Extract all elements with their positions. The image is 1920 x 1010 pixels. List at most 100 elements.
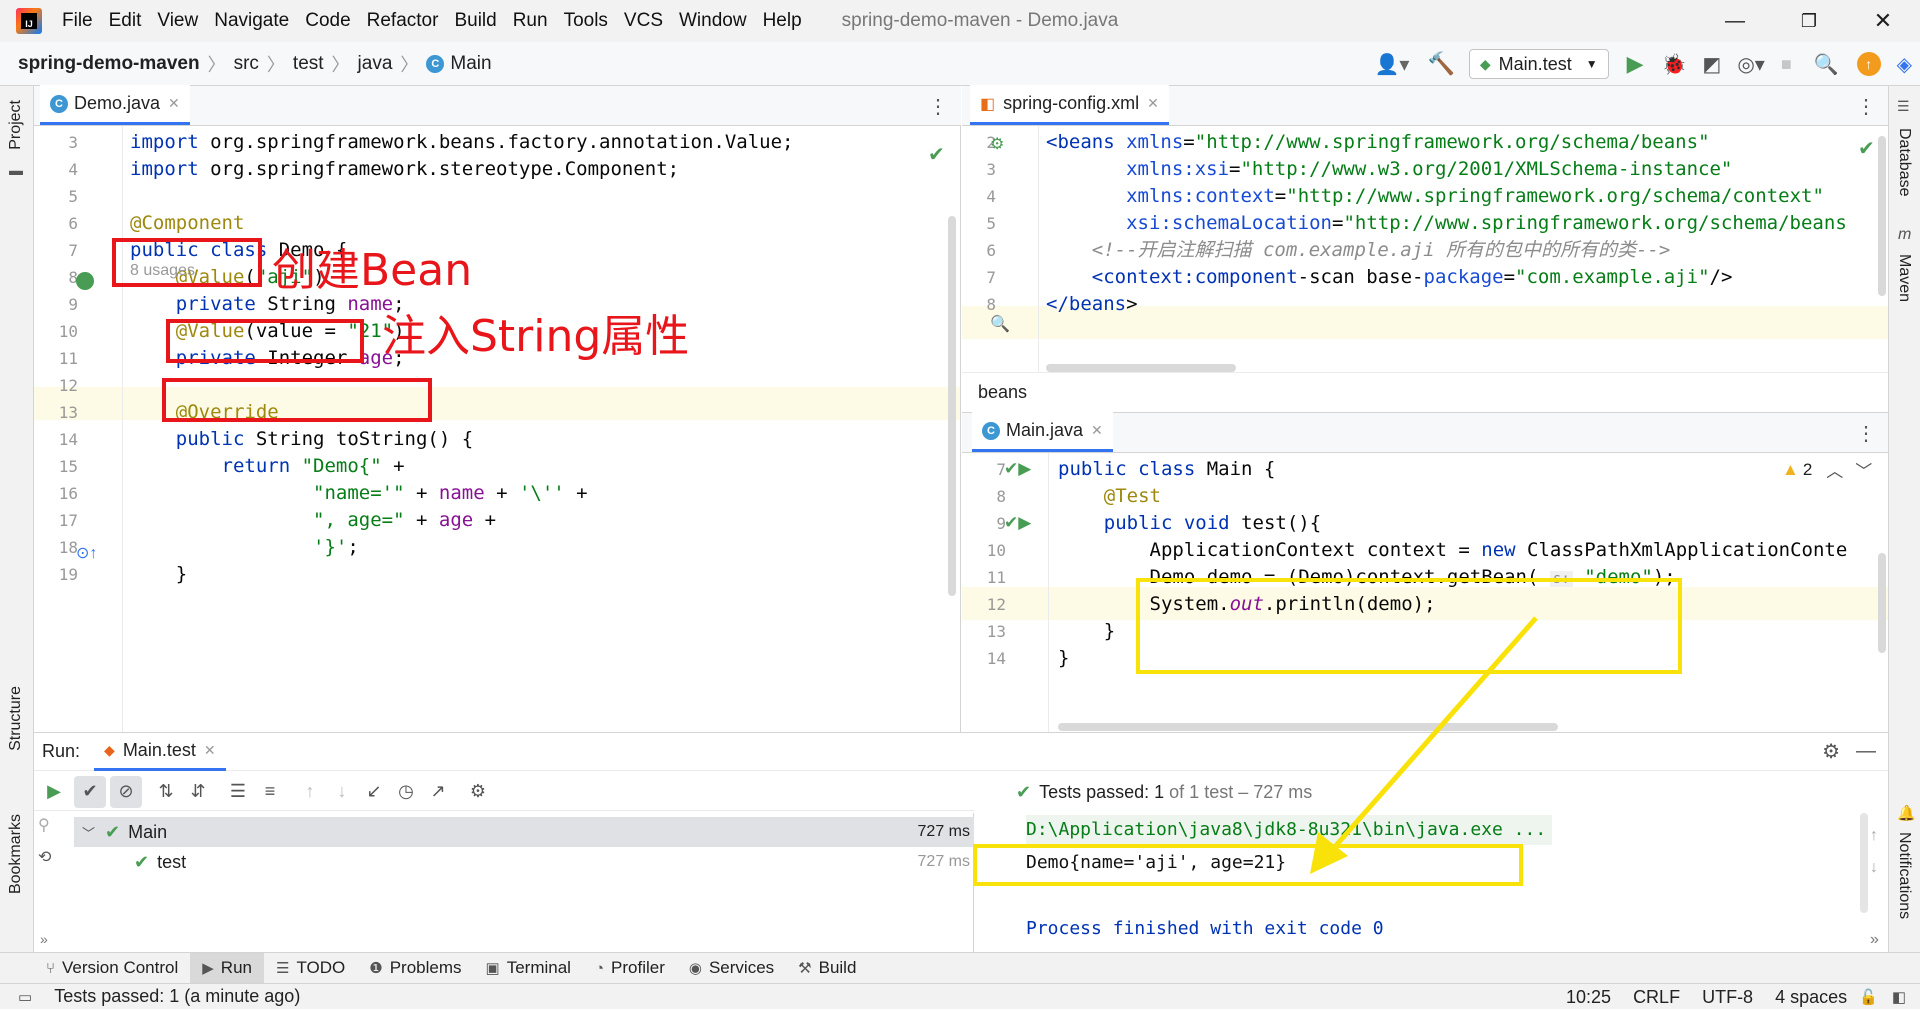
ai-assistant-icon[interactable]: ◈	[1897, 52, 1912, 77]
test-tree-row-main[interactable]: ﹀ ✔ Main 727 ms	[74, 817, 974, 847]
more-icon[interactable]: »	[40, 931, 48, 947]
close-icon[interactable]: ✕	[1147, 95, 1159, 112]
minimize-button[interactable]: —	[1698, 0, 1772, 42]
menu-code[interactable]: Code	[305, 10, 350, 32]
close-icon[interactable]: ✕	[1091, 422, 1103, 439]
settings-icon[interactable]: ⚙	[1822, 739, 1840, 764]
chevron-down-icon[interactable]: ﹀	[82, 823, 95, 842]
user-icon[interactable]: 👤▾	[1375, 52, 1410, 77]
settings-icon[interactable]: ⚙	[462, 776, 494, 808]
show-passed-toggle[interactable]: ✔	[74, 775, 106, 808]
pin-icon[interactable]: ⚲	[38, 815, 50, 835]
xml-code-area[interactable]: 2345678 <beans xmlns="http://www.springf…	[962, 126, 1888, 372]
menu-run[interactable]: Run	[513, 10, 548, 32]
notifications-tool-button[interactable]: Notifications	[1895, 832, 1913, 919]
menu-tools[interactable]: Tools	[564, 10, 608, 32]
close-icon[interactable]: ✕	[168, 95, 180, 112]
breadcrumb-test[interactable]: test	[293, 53, 324, 75]
xml-editor-scrollbar[interactable]	[1878, 136, 1886, 296]
breadcrumb-src[interactable]: src	[234, 53, 259, 75]
menu-vcs[interactable]: VCS	[624, 10, 663, 32]
main-editor-scrollbar[interactable]	[1878, 553, 1886, 653]
inspection-ok-icon[interactable]: ✔	[1858, 136, 1875, 161]
stop-icon[interactable]: ■	[1781, 54, 1792, 75]
component-scan-gutter-icon[interactable]: 🔍	[990, 314, 1010, 334]
update-icon[interactable]: ↑	[1856, 52, 1881, 76]
tab-demo-java[interactable]: C Demo.java ✕	[40, 85, 190, 125]
menu-navigate[interactable]: Navigate	[214, 10, 289, 32]
scroll-up-icon[interactable]: ↑	[1870, 827, 1878, 845]
sort-alpha-icon[interactable]: ⇅	[150, 776, 182, 808]
test-tree-row-test[interactable]: ✔ test 727 ms	[74, 847, 974, 877]
override-gutter-icon[interactable]: ⊙↑	[76, 543, 97, 563]
menu-window[interactable]: Window	[679, 10, 747, 32]
menu-view[interactable]: View	[157, 10, 198, 32]
menu-edit[interactable]: Edit	[109, 10, 142, 32]
database-tool-button[interactable]: Database	[1895, 128, 1913, 197]
left-editor-scrollbar[interactable]	[948, 216, 956, 596]
breadcrumb-main[interactable]: Main	[450, 53, 491, 75]
indent-setting[interactable]: 4 spaces	[1775, 987, 1847, 1008]
main-horizontal-scrollbar[interactable]	[1058, 723, 1558, 731]
tool-profiler[interactable]: ◔ Profiler	[583, 953, 677, 984]
tool-run[interactable]: ▶ Run	[190, 952, 264, 984]
status-message[interactable]: Tests passed: 1 (a minute ago)	[54, 986, 300, 1007]
memory-indicator-icon[interactable]: ◧	[1892, 988, 1906, 1006]
close-icon[interactable]: ✕	[204, 742, 216, 759]
bean-gutter-icon[interactable]	[76, 272, 94, 290]
tab-spring-config-xml[interactable]: ◧ spring-config.xml ✕	[970, 85, 1169, 125]
coverage-icon[interactable]: ◩	[1702, 52, 1721, 77]
tool-version-control[interactable]: ⑂ Version Control	[34, 953, 190, 984]
lock-icon[interactable]: 🔓	[1859, 988, 1878, 1006]
import-results-icon[interactable]: ↙	[358, 776, 390, 808]
tool-build[interactable]: ⚒ Build	[786, 953, 868, 984]
more-options-icon[interactable]: ⋮	[1856, 421, 1876, 446]
build-hammer-icon[interactable]: 🔨	[1427, 51, 1454, 77]
spring-bean-gutter-icon[interactable]: ⚙	[990, 134, 1004, 154]
restore-layout-icon[interactable]: ⟲	[38, 847, 51, 867]
next-failed-icon[interactable]: ↓	[326, 776, 358, 808]
xml-breadcrumb-beans[interactable]: beans	[978, 382, 1027, 403]
bookmarks-tool-button[interactable]: Bookmarks	[7, 814, 25, 894]
maximize-button[interactable]: ❐	[1772, 0, 1846, 42]
run-test-gutter-icon[interactable]: ✔▶	[1004, 459, 1031, 479]
collapse-all-icon[interactable]: ≡	[254, 776, 286, 808]
more-options-icon[interactable]: ⋮	[1856, 94, 1876, 119]
structure-tool-button[interactable]: Structure	[7, 686, 25, 751]
menu-file[interactable]: File	[62, 10, 93, 32]
breadcrumb-java[interactable]: java	[358, 53, 393, 75]
maven-tool-button[interactable]: Maven	[1895, 254, 1913, 302]
tool-services[interactable]: ◉ Services	[677, 953, 786, 984]
line-separator[interactable]: CRLF	[1633, 987, 1680, 1008]
scroll-down-icon[interactable]: ↓	[1870, 859, 1878, 877]
hide-icon[interactable]: —	[1856, 740, 1876, 763]
console-scrollbar[interactable]	[1860, 813, 1868, 913]
menu-build[interactable]: Build	[454, 10, 496, 32]
inspection-ok-icon[interactable]: ✔	[928, 142, 945, 167]
expand-all-icon[interactable]: ☰	[222, 776, 254, 808]
warnings-indicator[interactable]: ▲ 2 ︿ ﹀	[1782, 457, 1872, 482]
run-config-select[interactable]: ◆ Main.test ▼	[1468, 49, 1609, 79]
tab-main-java[interactable]: C Main.java ✕	[972, 412, 1113, 452]
chevron-up-icon[interactable]: ︿	[1826, 457, 1843, 482]
search-icon[interactable]: 🔍	[1814, 52, 1839, 77]
chevron-down-icon[interactable]: ﹀	[1855, 457, 1872, 482]
tool-todo[interactable]: ☰ TODO	[264, 953, 357, 984]
show-ignored-toggle[interactable]: ⊘	[110, 775, 142, 808]
rerun-icon[interactable]: ▶	[38, 776, 70, 808]
more-options-icon[interactable]: ⋮	[928, 94, 948, 119]
tool-terminal[interactable]: ▣ Terminal	[474, 953, 583, 984]
tab-run-main-test[interactable]: ◆ Main.test ✕	[94, 732, 226, 771]
more-icon[interactable]: »	[1870, 931, 1879, 949]
caret-position[interactable]: 10:25	[1566, 987, 1611, 1008]
history-icon[interactable]: ◷	[390, 776, 422, 808]
file-encoding[interactable]: UTF-8	[1702, 987, 1753, 1008]
left-code-area[interactable]: 3 4 5 6 7 8 9 10 11 12 13 14 15 16 17 18 19 import org.s…	[34, 126, 960, 732]
run-test-gutter-icon[interactable]: ✔▶	[1004, 513, 1031, 533]
menu-help[interactable]: Help	[763, 10, 802, 32]
breadcrumb-project[interactable]: spring-demo-maven	[18, 53, 200, 75]
profile-icon[interactable]: ◎▾	[1737, 52, 1765, 77]
status-panel-icon[interactable]: ▭	[18, 988, 32, 1006]
xml-horizontal-scrollbar[interactable]	[1046, 364, 1236, 372]
close-window-button[interactable]: ✕	[1846, 0, 1920, 42]
